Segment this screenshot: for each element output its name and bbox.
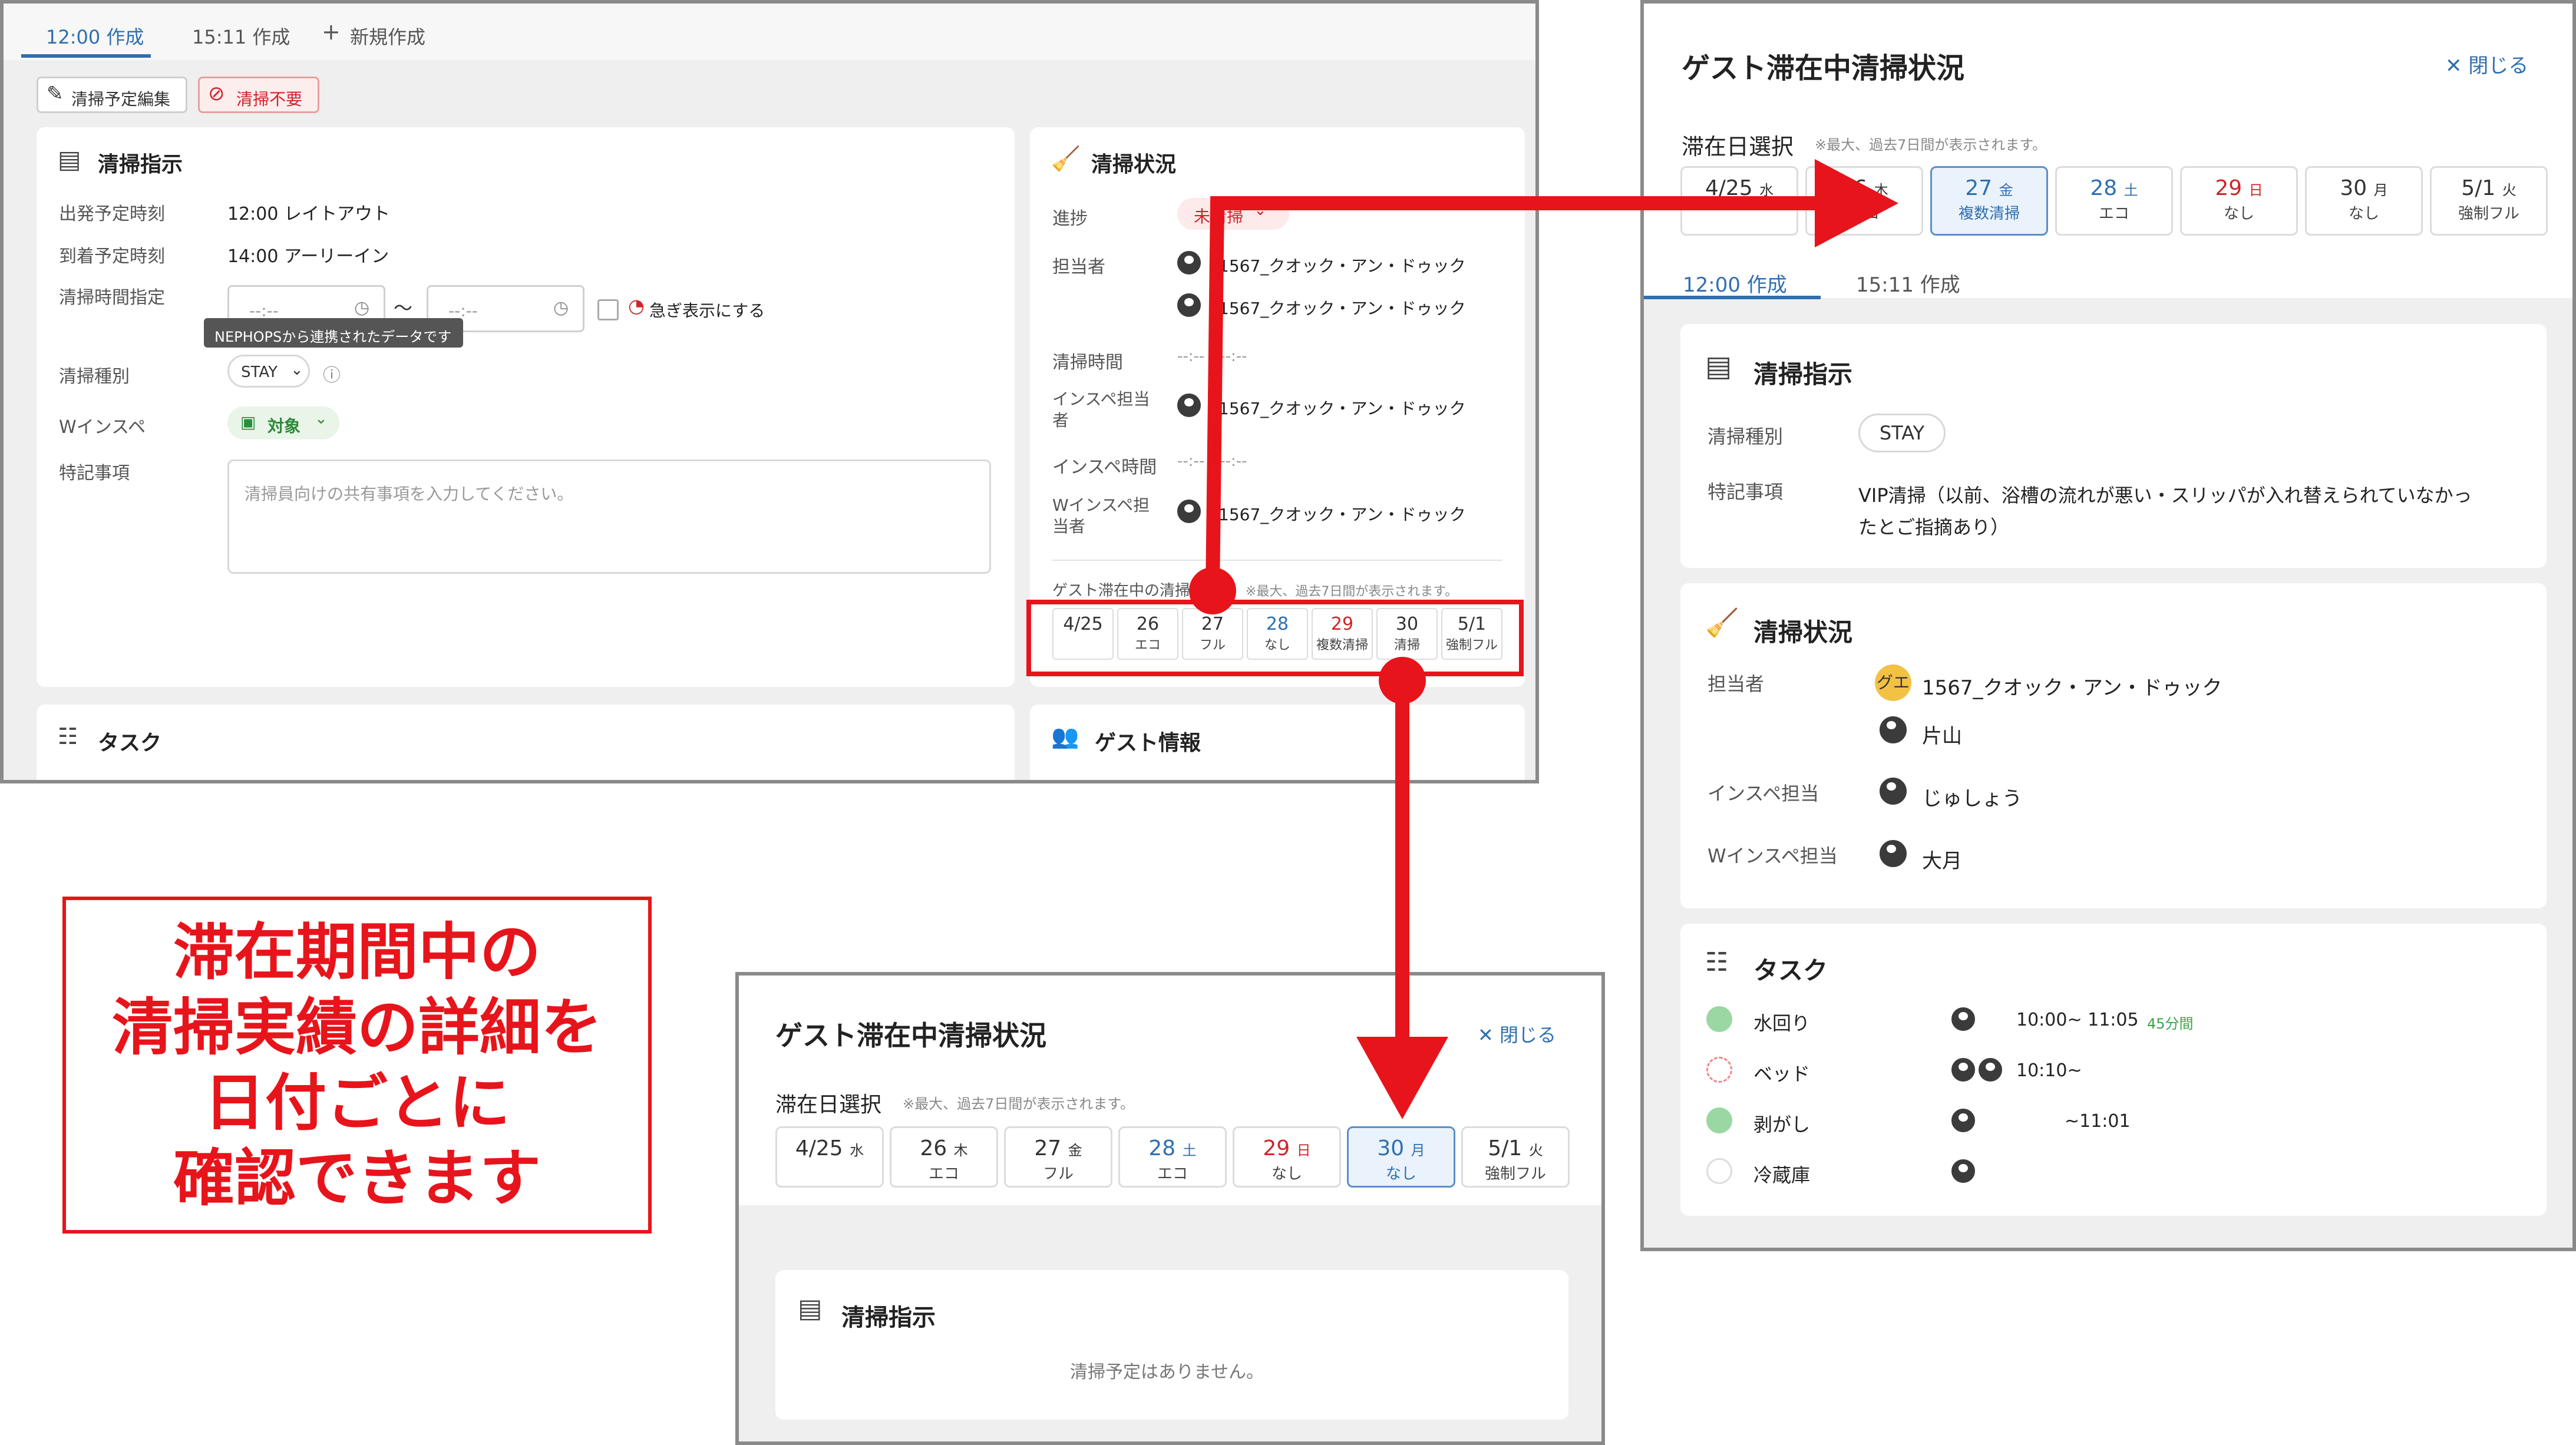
callout-line: 清掃実績の詳細を	[111, 991, 602, 1063]
callout-line: 日付ごとに	[203, 1067, 510, 1139]
callout-line: 滞在期間中の	[173, 916, 541, 988]
callout-box: 滞在期間中の 清掃実績の詳細を 日付ごとに 確認できます	[62, 897, 652, 1234]
callout-line: 確認できます	[173, 1142, 541, 1214]
arrow-to-right-panel	[1206, 196, 1829, 591]
arrow-head-down	[1356, 1037, 1448, 1119]
arrow-head-right	[1815, 159, 1898, 247]
